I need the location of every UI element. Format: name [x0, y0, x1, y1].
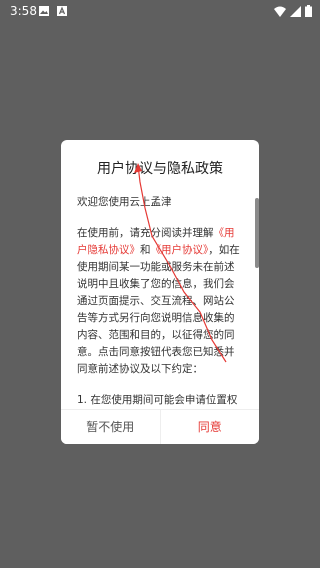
dialog-title: 用户协议与隐私政策: [97, 161, 223, 177]
status-icons-left: [38, 5, 68, 17]
para1-and: 和: [140, 244, 151, 256]
status-time: 3:58: [10, 4, 37, 18]
scrollbar-thumb[interactable]: [255, 198, 259, 268]
agreement-paragraph: 在使用前，请充分阅读并理解《用户隐私协议》和《用户协议》，如在使用期间某一功能或…: [77, 225, 243, 378]
status-icons-right: [274, 5, 312, 17]
dialog-footer: 暂不使用 同意: [61, 409, 259, 444]
battery-icon: [305, 5, 312, 17]
para1-rest: ，如在使用期间某一功能或服务未在前述说明中且收集了您的信息，我们会通过页面提示、…: [77, 244, 240, 375]
para1-intro: 在使用前，请充分阅读并理解: [77, 227, 214, 239]
image-icon: [39, 6, 49, 16]
notification-app-icon: [57, 6, 67, 16]
status-bar: 3:58: [0, 0, 320, 24]
signal-icon: [290, 5, 301, 17]
decline-button[interactable]: 暂不使用: [61, 410, 161, 444]
privacy-dialog: 用户协议与隐私政策 欢迎您使用云上孟津 在使用前，请充分阅读并理解《用户隐私协议…: [61, 140, 259, 444]
dialog-body[interactable]: 欢迎您使用云上孟津 在使用前，请充分阅读并理解《用户隐私协议》和《用户协议》，如…: [77, 194, 243, 444]
wifi-icon: [274, 6, 286, 17]
agree-button[interactable]: 同意: [161, 410, 260, 444]
user-agreement-link[interactable]: 《用户协议》: [151, 244, 209, 256]
greeting-text: 欢迎您使用云上孟津: [77, 196, 172, 208]
